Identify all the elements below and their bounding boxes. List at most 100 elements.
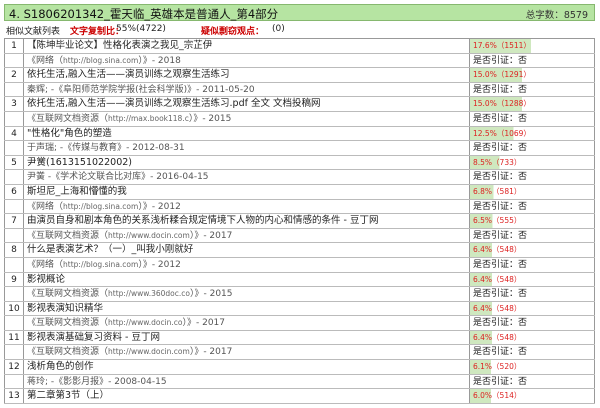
source-text: 《互联网文档资源（ [27,289,109,300]
document-title-link[interactable]: 由演员自身和剧本角色的关系浅析糅合规定情境下人物的内心和情感的条件 - 豆丁网 [24,214,470,228]
similarity-percent: 6.4%（548） [470,272,594,287]
source-info: 《网络（http://blog.sina.com）》- 2012 [24,257,470,272]
table-row-title: 5 尹黉(1613151022002) 8.5%（733） [4,155,595,171]
report-section-header: 4. S1806201342_霍天临_英雄本是普通人_第4部分 总字数：8579 [4,4,595,21]
source-url: http://blog.sina.com [63,259,139,269]
document-title-link[interactable]: 第二章第3节（上） [24,389,470,403]
row-index-blank [4,287,24,301]
citation-status: 是否引证：否 [470,345,595,360]
source-year: ）》- 2017 [189,347,233,358]
source-year: ）》- 2012 [138,201,181,212]
source-info: 尹黉 -《学术论文联合比对库》- 2016-04-15 [24,170,470,184]
document-title-link[interactable]: 依托生活,融入生活——演员训练之观察生活练习 [24,68,470,82]
source-url: http://blog.sina.com [63,55,139,65]
table-row-source: 《互联网文档资源（http://www.docin.com）》- 2017 是否引… [4,345,595,361]
similarity-cell: 8.5%（733） [470,155,595,170]
document-title-link[interactable]: 影视表演基础复习资料 - 豆丁网 [24,330,470,345]
ratio-value: 55%(4722) [116,24,166,34]
row-index: 6 [4,184,24,199]
table-row-title: 13 第二章第3节（上） 6.0%（514） [4,389,595,404]
document-title-link[interactable]: 影视表演知识精华 [24,301,470,316]
source-info: 《互联网文档资源（http://www.docin.com）》- 2017 [24,228,470,243]
table-row-source: 《网络（http://blog.sina.com）》- 2018 是否引证：否 [4,53,595,69]
summary-line: 相似文献列表 文字复制比： 55%(4722) 疑似剽窃观点： (0) [4,24,595,37]
similar-documents-table: 1 【陈坤毕业论文】性格化表演之我见_宗芷伊 17.6%（1511） 《网络（http… [4,38,595,404]
source-text: 秦辉; -《阜阳师范学院学报(社会科学版)》- 2011-05-20 [27,84,255,95]
row-index-blank [4,257,24,272]
source-year: ）》- 2012 [138,259,181,270]
row-index-blank [4,374,24,389]
table-row-title: 10 影视表演知识精华 6.4%（548） [4,301,595,317]
source-text: 《互联网文档资源（ [27,347,109,358]
source-info: 《网络（http://blog.sina.com）》- 2012 [24,199,470,214]
similarity-percent: 15.0%（1291） [470,68,594,82]
table-row-source: 《互联网文档资源（http://www.docin.com）》- 2017 是否引… [4,228,595,244]
word-count-value: 8579 [563,10,588,21]
citation-status: 是否引证：否 [470,53,595,68]
row-index-blank [4,316,24,330]
document-title-link[interactable]: 影视概论 [24,272,470,287]
table-row-source: 秦辉; -《阜阳师范学院学报(社会科学版)》- 2011-05-20 是否引证：否 [4,82,595,98]
row-index: 2 [4,68,24,82]
document-title-link[interactable]: 尹黉(1613151022002) [24,155,470,170]
table-row-title: 11 影视表演基础复习资料 - 豆丁网 6.4%（548） [4,330,595,346]
row-index: 3 [4,97,24,111]
suspect-label: 疑似剽窃观点： [201,27,265,37]
similarity-cell: 6.4%（548） [470,330,595,345]
table-row-title: 9 影视概论 6.4%（548） [4,272,595,288]
similarity-percent: 6.4%（548） [470,330,594,345]
citation-status: 是否引证：否 [470,316,595,330]
source-text: 《网络（ [27,259,64,270]
citation-status: 是否引证：否 [470,228,595,243]
source-year: ）》- 2017 [189,230,233,241]
document-title-link[interactable]: 什么是表演艺术？（一）_叫我小刚就好 [24,243,470,257]
row-index: 9 [4,272,24,287]
word-count: 总字数：8579 [526,7,588,21]
similarity-percent: 12.5%（1069） [470,126,594,141]
source-info: 于声瑞; -《传媒与教育》- 2012-08-31 [24,141,470,155]
document-title-link[interactable]: 依托生活,融入生活——演员训练之观察生活练习.pdf 全文 文档投稿网 [24,97,470,111]
similarity-percent: 6.5%（555） [470,214,594,228]
similarity-percent: 6.4%（548） [470,243,594,257]
row-index: 11 [4,330,24,345]
similarity-percent: 17.6%（1511） [470,39,594,53]
table-row-title: 1 【陈坤毕业论文】性格化表演之我见_宗芷伊 17.6%（1511） [4,39,595,54]
table-row-title: 4 "性格化"角色的塑造 12.5%（1069） [4,126,595,142]
source-text: 尹黉 -《学术论文联合比对库》- 2016-04-15 [27,172,209,183]
row-index-blank [4,345,24,360]
list-label: 相似文献列表 [6,27,61,37]
table-row-source: 《互联网文档资源（http://www.360doc.co）》- 2015 是否引… [4,287,595,302]
citation-status: 是否引证：否 [470,82,595,97]
document-title-link[interactable]: 【陈坤毕业论文】性格化表演之我见_宗芷伊 [24,39,470,53]
source-url: http://www.docin.com [108,347,190,357]
source-year: ）》- 2017 [182,318,226,329]
source-url: http://max.book118.c [108,113,189,123]
section-title: 4. S1806201342_霍天临_英雄本是普通人_第4部分 [9,7,279,21]
source-text: 《互联网文档资源（ [27,113,109,124]
row-index: 13 [4,389,24,403]
row-index-blank [4,141,24,155]
similarity-percent: 6.0%（514） [470,389,594,403]
suspect-value: (0) [272,24,285,34]
document-title-link[interactable]: "性格化"角色的塑造 [24,126,470,141]
source-text: 《互联网文档资源（ [27,318,109,329]
citation-status: 是否引证：否 [470,111,595,126]
row-index: 1 [4,39,24,53]
similarity-cell: 6.0%（514） [470,389,595,403]
word-count-label: 总字数： [525,10,564,21]
citation-status: 是否引证：否 [470,287,595,301]
document-title-link[interactable]: 斯坦尼_上海和懵懂的我 [24,184,470,199]
row-index: 8 [4,243,24,257]
similarity-percent: 6.8%（581） [470,184,594,199]
citation-status: 是否引证：否 [470,141,595,155]
table-row-title: 2 依托生活,融入生活——演员训练之观察生活练习 15.0%（1291） [4,68,595,83]
document-title-link[interactable]: 浅析角色的创作 [24,360,470,374]
table-row-title: 7 由演员自身和剧本角色的关系浅析糅合规定情境下人物的内心和情感的条件 - 豆丁网… [4,214,595,229]
source-info: 《互联网文档资源（http://www.docin.com）》- 2017 [24,345,470,360]
source-text: 《网络（ [27,55,64,66]
row-index-blank [4,228,24,243]
source-text: 蒋玲; -《影影月报》- 2008-04-15 [27,376,167,387]
table-row-source: 蒋玲; -《影影月报》- 2008-04-15 是否引证：否 [4,374,595,390]
row-index: 7 [4,214,24,228]
similarity-cell: 6.8%（581） [470,184,595,199]
